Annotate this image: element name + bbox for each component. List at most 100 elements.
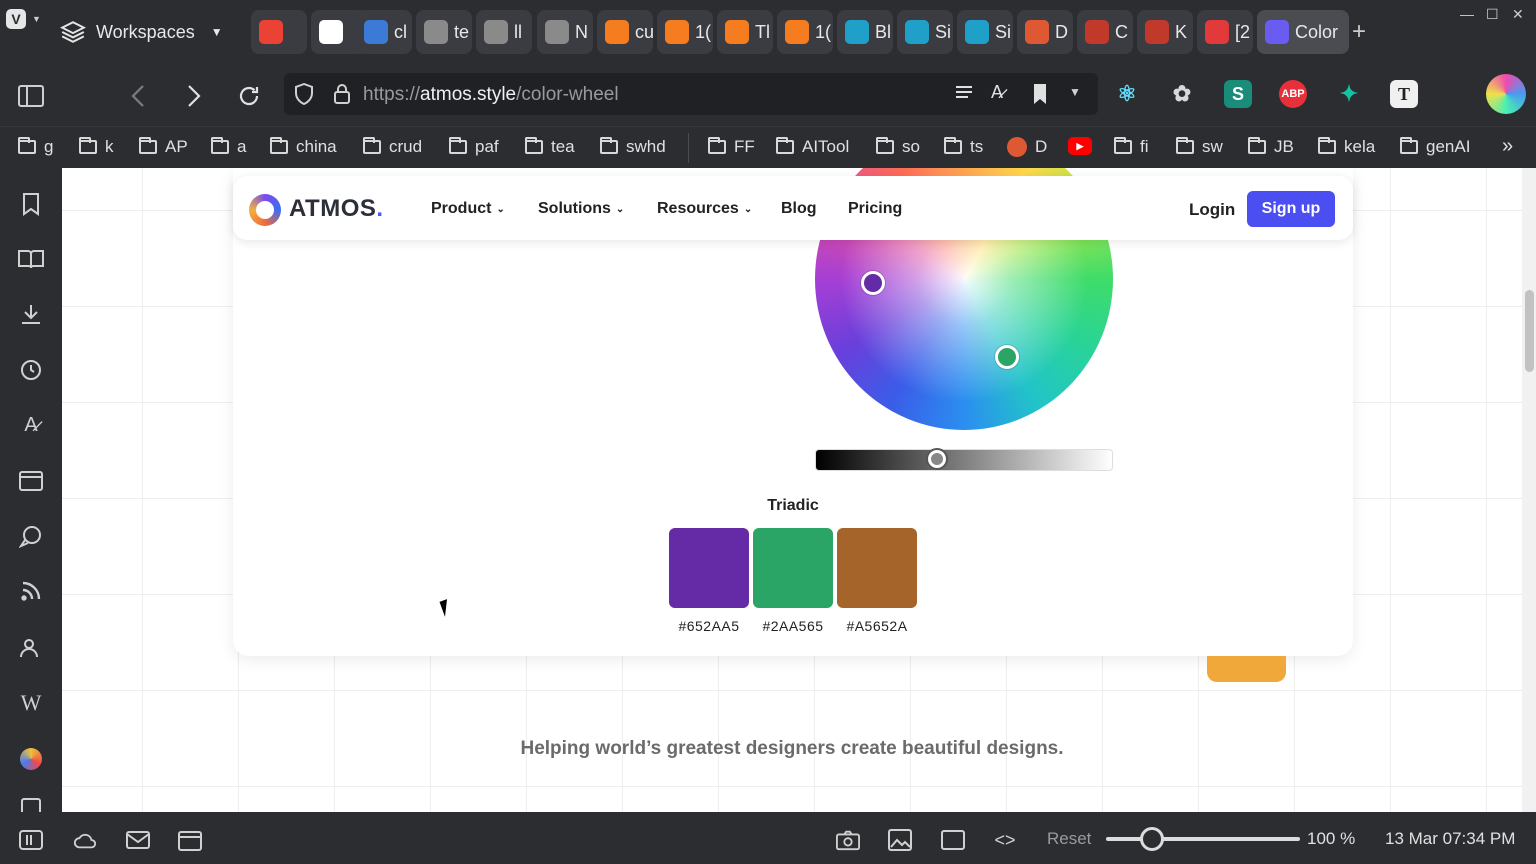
bookmark-icon[interactable] [1032, 83, 1048, 110]
browser-tab[interactable]: Si [957, 10, 1013, 54]
panel-toggle-icon[interactable] [17, 82, 45, 110]
browser-tab[interactable]: cl [356, 10, 412, 54]
brightness-slider[interactable] [815, 448, 1113, 471]
calendar-panel-icon[interactable] [17, 466, 45, 494]
swatch-hex-label[interactable]: #A5652A [837, 618, 917, 634]
bookmark-folder[interactable]: k [79, 137, 114, 157]
maximize-button[interactable]: ☐ [1486, 6, 1499, 23]
downloads-icon[interactable] [17, 300, 45, 328]
browser-tab[interactable]: N [537, 10, 593, 54]
chevron-down-icon[interactable]: ▼ [1069, 85, 1081, 99]
bookmark-folder[interactable]: paf [449, 137, 499, 157]
camera-icon[interactable] [836, 828, 860, 852]
color-wheel-handle-green[interactable] [995, 345, 1019, 369]
browser-tab[interactable]: C [1077, 10, 1133, 54]
react-devtools-icon[interactable]: ⚛ [1113, 80, 1141, 108]
chat-panel-icon[interactable] [17, 522, 45, 550]
bookmark-folder[interactable]: genAI [1400, 137, 1470, 157]
browser-tab[interactable]: [2 [1197, 10, 1253, 54]
browser-tab[interactable]: ll [476, 10, 532, 54]
swatch-hex-label[interactable]: #2AA565 [753, 618, 833, 634]
workspaces-button[interactable]: Workspaces ▼ [60, 12, 223, 52]
browser-tab[interactable]: Bl [837, 10, 893, 54]
browser-tab[interactable]: Tl [717, 10, 773, 54]
chevron-down-icon[interactable]: ▼ [32, 14, 41, 24]
address-bar[interactable]: https://atmos.style/color-wheel A̷ ▼ [284, 73, 1098, 115]
image-icon[interactable] [888, 828, 912, 852]
profile-avatar[interactable] [1486, 74, 1526, 114]
signup-button[interactable]: Sign up [1247, 191, 1335, 227]
browser-tab[interactable]: cu [597, 10, 653, 54]
zoom-slider[interactable] [1106, 837, 1300, 841]
color-swatch[interactable] [837, 528, 917, 608]
minimize-button[interactable]: — [1460, 6, 1474, 22]
page-scrollbar[interactable] [1522, 168, 1536, 812]
color-wheel-handle-purple[interactable] [861, 271, 885, 295]
calendar-icon[interactable] [178, 828, 202, 852]
new-tab-button[interactable]: + [1352, 18, 1366, 46]
bookmark-folder[interactable]: AP [139, 137, 188, 157]
bookmark-folder[interactable]: swhd [600, 137, 666, 157]
bookmark-folder[interactable]: AITool [776, 137, 849, 157]
tampermonkey-icon[interactable]: ✦ [1335, 80, 1363, 108]
nav-pricing[interactable]: Pricing [848, 200, 902, 218]
bookmark-duckduckgo[interactable]: D [1007, 137, 1047, 157]
stylus-icon[interactable]: S [1224, 80, 1252, 108]
shield-icon[interactable] [294, 82, 314, 110]
history-icon[interactable] [17, 356, 45, 384]
translate-panel-icon[interactable]: A̷ [17, 411, 45, 439]
bookmark-folder[interactable]: china [270, 137, 337, 157]
bookmarks-panel-icon[interactable] [17, 190, 45, 218]
browser-tab[interactable]: 1( [777, 10, 833, 54]
bookmark-folder[interactable]: so [876, 137, 920, 157]
nav-solutions[interactable]: Solutions ⌄ [538, 200, 624, 218]
adblock-plus-icon[interactable]: ABP [1279, 80, 1307, 108]
browser-tab[interactable]: Color [1257, 10, 1349, 54]
browser-tab[interactable]: 1( [657, 10, 713, 54]
bookmark-folder[interactable]: crud [363, 137, 422, 157]
browser-tab[interactable]: K [1137, 10, 1193, 54]
panel-toggle-icon[interactable] [19, 828, 43, 852]
swatch-hex-label[interactable]: #652AA5 [669, 618, 749, 634]
bookmark-folder[interactable]: sw [1176, 137, 1223, 157]
bookmark-folder[interactable]: ts [944, 137, 983, 157]
browser-tab[interactable]: D [1017, 10, 1073, 54]
color-swatch[interactable] [669, 528, 749, 608]
wikipedia-icon[interactable]: W [17, 689, 45, 717]
extension-icon[interactable]: ✿ [1168, 80, 1196, 108]
nav-product[interactable]: Product ⌄ [431, 200, 505, 218]
zoom-reset-button[interactable]: Reset [1047, 829, 1091, 849]
nav-resources[interactable]: Resources ⌄ [657, 200, 752, 218]
browser-tab[interactable]: Si [897, 10, 953, 54]
code-icon[interactable]: <> [993, 828, 1017, 852]
feeds-icon[interactable] [17, 577, 45, 605]
bookmark-folder[interactable]: a [211, 137, 246, 157]
atmos-logo-icon[interactable] [249, 194, 281, 226]
bookmark-folder[interactable]: kela [1318, 137, 1375, 157]
browser-tab[interactable] [251, 10, 307, 54]
mail-icon[interactable] [126, 828, 150, 852]
reading-list-icon[interactable] [17, 245, 45, 273]
bookmark-folder[interactable]: fi [1114, 137, 1149, 157]
bookmark-folder[interactable]: JB [1248, 137, 1294, 157]
bookmark-youtube[interactable]: ▶ [1068, 137, 1100, 155]
panel-add-icon[interactable] [17, 798, 45, 812]
forward-button[interactable] [180, 82, 208, 110]
bookmark-folder[interactable]: tea [525, 137, 575, 157]
text-extension-icon[interactable]: T [1390, 80, 1418, 108]
translate-icon[interactable]: A̷ [991, 82, 1003, 103]
contacts-icon[interactable] [17, 634, 45, 662]
login-link[interactable]: Login [1189, 200, 1235, 220]
nav-blog[interactable]: Blog [781, 200, 817, 218]
back-button[interactable] [124, 82, 152, 110]
color-swatch[interactable] [753, 528, 833, 608]
bookmark-folder[interactable]: g [18, 137, 53, 157]
brand-name[interactable]: ATMOS. [289, 195, 384, 223]
reader-view-icon[interactable] [954, 84, 974, 107]
window-icon[interactable] [941, 828, 965, 852]
zoom-slider-knob[interactable] [1140, 827, 1164, 851]
close-window-button[interactable]: ✕ [1512, 6, 1524, 23]
scrollbar-thumb[interactable] [1525, 290, 1534, 372]
lock-icon[interactable] [333, 83, 351, 110]
color-app-icon[interactable] [17, 745, 45, 773]
